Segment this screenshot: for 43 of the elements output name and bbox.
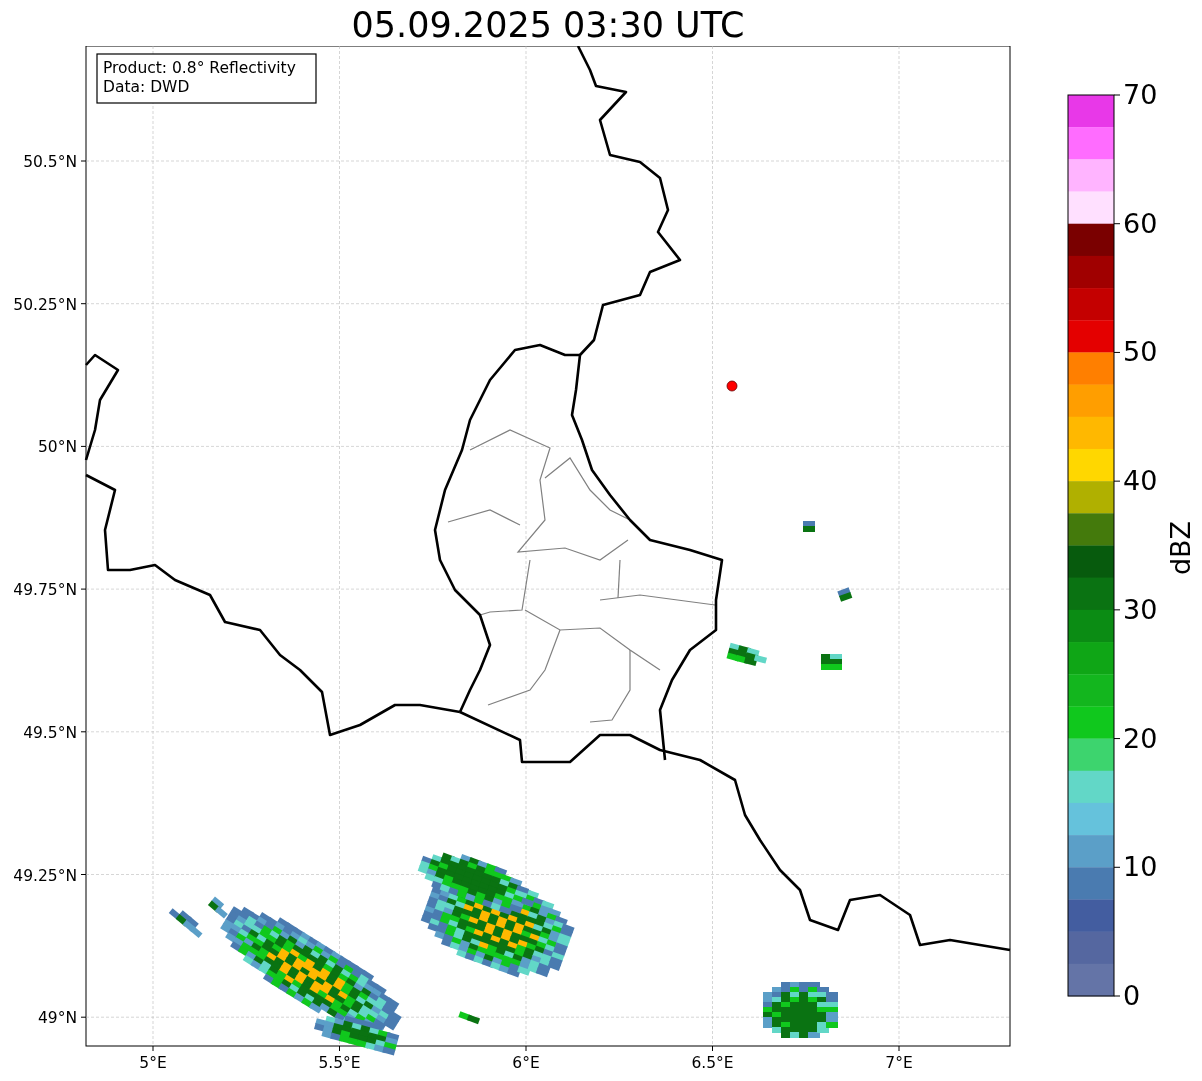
tick-mark [898,1045,900,1052]
colorbar-tick-label: 20 [1123,722,1158,754]
radar-echo [458,1011,481,1025]
colorbar-tick-label: 70 [1123,79,1158,110]
latitude-label: 50°N [37,438,77,457]
latitude-label: 49.25°N [13,866,77,885]
radar-echo [726,642,768,667]
colorbar-tick-label: 30 [1123,593,1158,625]
tick-mark [80,731,87,733]
tick-mark [80,160,87,162]
longitude-label: 5.5°E [318,1054,361,1072]
radar-echo [821,654,842,670]
longitude-label: 7°E [885,1054,913,1072]
radar-echo [837,587,853,602]
latitude-label: 49°N [37,1009,77,1028]
tick-mark [80,874,87,875]
tick-mark [152,1045,154,1052]
longitude-label: 5°E [139,1054,167,1072]
legend-text: Data: DWD [103,78,190,96]
tick-mark [80,303,87,305]
tick-mark [80,445,87,447]
latitude-label: 49.75°N [13,581,77,600]
colorbar-label: dBZ [1165,520,1196,576]
colorbar-tick-label: 40 [1123,465,1158,497]
colorbar-tick-label: 60 [1123,207,1158,239]
colorbar-tick-label: 0 [1123,980,1141,1011]
radar-echo [168,908,203,938]
chart-title: 05.09.2025 03:30 UTC [350,4,746,46]
tick-mark [339,1045,340,1052]
latitude-label: 50.5°N [23,153,77,171]
colorbar-tick-label: 10 [1123,851,1158,883]
radar-echo [803,521,815,532]
tick-mark [80,588,87,590]
latitude-label: 49.5°N [23,723,77,742]
longitude-label: 6.5°E [691,1054,734,1072]
latitude-label: 50.25°N [13,295,77,314]
legend-text: Product: 0.8° Reflectivity [103,59,296,77]
colorbar-tick-label: 50 [1123,336,1158,368]
longitude-label: 6°E [512,1054,540,1072]
radar-site-marker [726,380,738,392]
tick-mark [712,1045,713,1052]
tick-mark [525,1045,527,1052]
tick-mark [80,1016,87,1018]
